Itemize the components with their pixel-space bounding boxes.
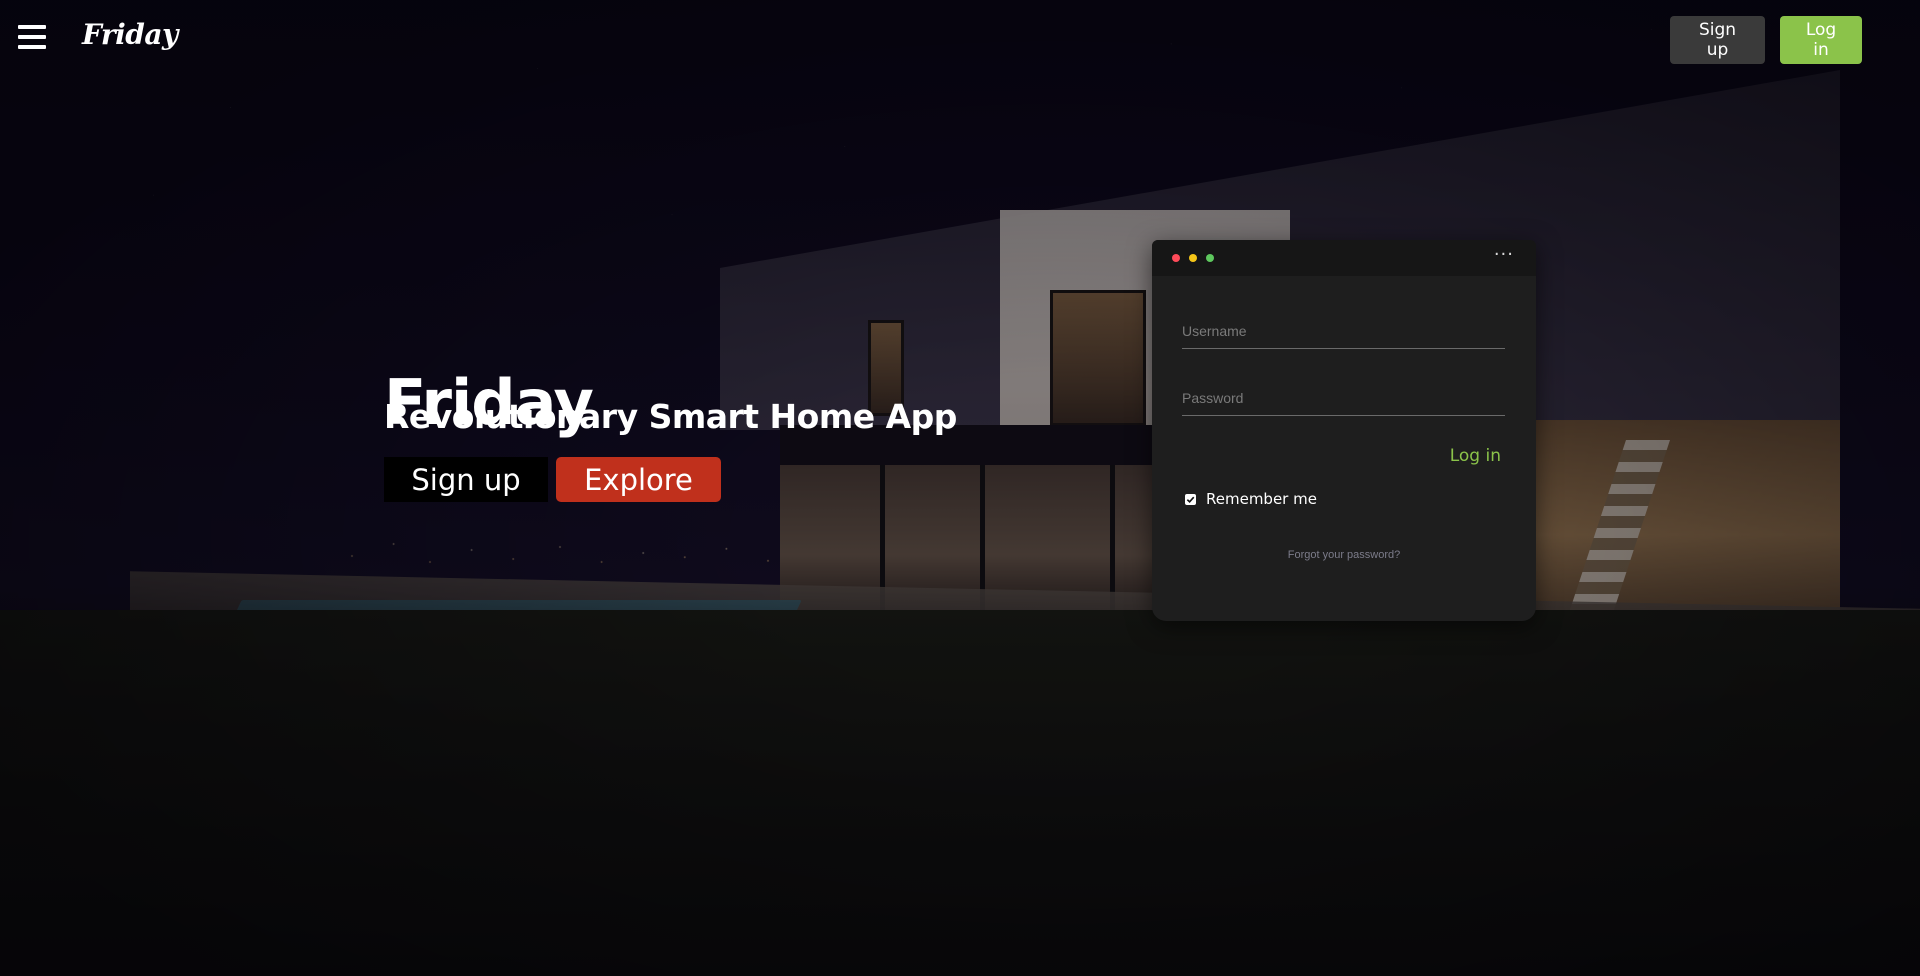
- close-dot-icon[interactable]: [1172, 254, 1180, 262]
- password-input[interactable]: [1182, 383, 1505, 416]
- nav-signup-button[interactable]: Sign up: [1670, 16, 1765, 64]
- more-options-icon[interactable]: ···: [1494, 244, 1514, 265]
- remember-me-label: Remember me: [1206, 490, 1317, 508]
- background-image: [0, 0, 1920, 976]
- login-submit-button[interactable]: Log in: [1450, 446, 1501, 466]
- remember-me-checkbox[interactable]: [1185, 493, 1196, 505]
- username-input[interactable]: [1182, 316, 1505, 349]
- check-icon: [1186, 496, 1195, 503]
- top-nav: Friday Sign up Log in: [0, 0, 1920, 80]
- hero-subtitle: Revolutionary Smart Home App: [384, 397, 957, 436]
- remember-me-row[interactable]: Remember me: [1185, 490, 1317, 508]
- brand-logo[interactable]: Friday: [82, 18, 178, 51]
- dim-overlay: [0, 0, 1920, 976]
- hamburger-menu-icon[interactable]: [18, 25, 46, 49]
- maximize-dot-icon[interactable]: [1206, 254, 1214, 262]
- forgot-password-link[interactable]: Forgot your password?: [1152, 549, 1536, 561]
- window-titlebar: ···: [1152, 240, 1536, 276]
- nav-login-button[interactable]: Log in: [1780, 16, 1862, 64]
- login-window: ··· Log in Remember me Forgot your passw…: [1152, 240, 1536, 621]
- hero-signup-button[interactable]: Sign up: [384, 457, 548, 502]
- minimize-dot-icon[interactable]: [1189, 254, 1197, 262]
- hero-explore-button[interactable]: Explore: [556, 457, 721, 502]
